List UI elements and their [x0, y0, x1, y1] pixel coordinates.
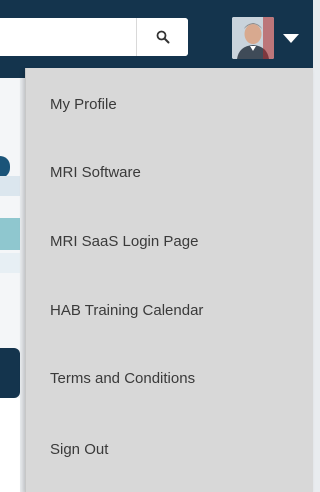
menu-item-hab-training-calendar[interactable]: HAB Training Calendar	[26, 290, 314, 330]
background-decoration	[0, 156, 10, 178]
user-dropdown-menu: My Profile MRI Software MRI SaaS Login P…	[25, 68, 313, 492]
top-navigation-bar	[0, 0, 313, 78]
search-button[interactable]	[136, 18, 188, 56]
person-photo-icon	[232, 17, 274, 59]
menu-item-my-profile[interactable]: My Profile	[26, 84, 314, 124]
background-page-content	[0, 78, 20, 492]
menu-item-mri-saas-login[interactable]: MRI SaaS Login Page	[26, 221, 314, 261]
background-decoration	[0, 176, 20, 196]
background-decoration	[0, 398, 20, 492]
caret-down-icon[interactable]	[283, 34, 299, 43]
user-avatar[interactable]	[232, 17, 274, 59]
menu-item-terms-and-conditions[interactable]: Terms and Conditions	[26, 358, 314, 398]
menu-item-mri-software[interactable]: MRI Software	[26, 152, 314, 192]
search-icon	[156, 30, 169, 44]
background-decoration	[0, 253, 20, 273]
menu-item-sign-out[interactable]: Sign Out	[26, 429, 314, 469]
background-decoration	[0, 348, 20, 398]
background-decoration	[0, 218, 20, 250]
